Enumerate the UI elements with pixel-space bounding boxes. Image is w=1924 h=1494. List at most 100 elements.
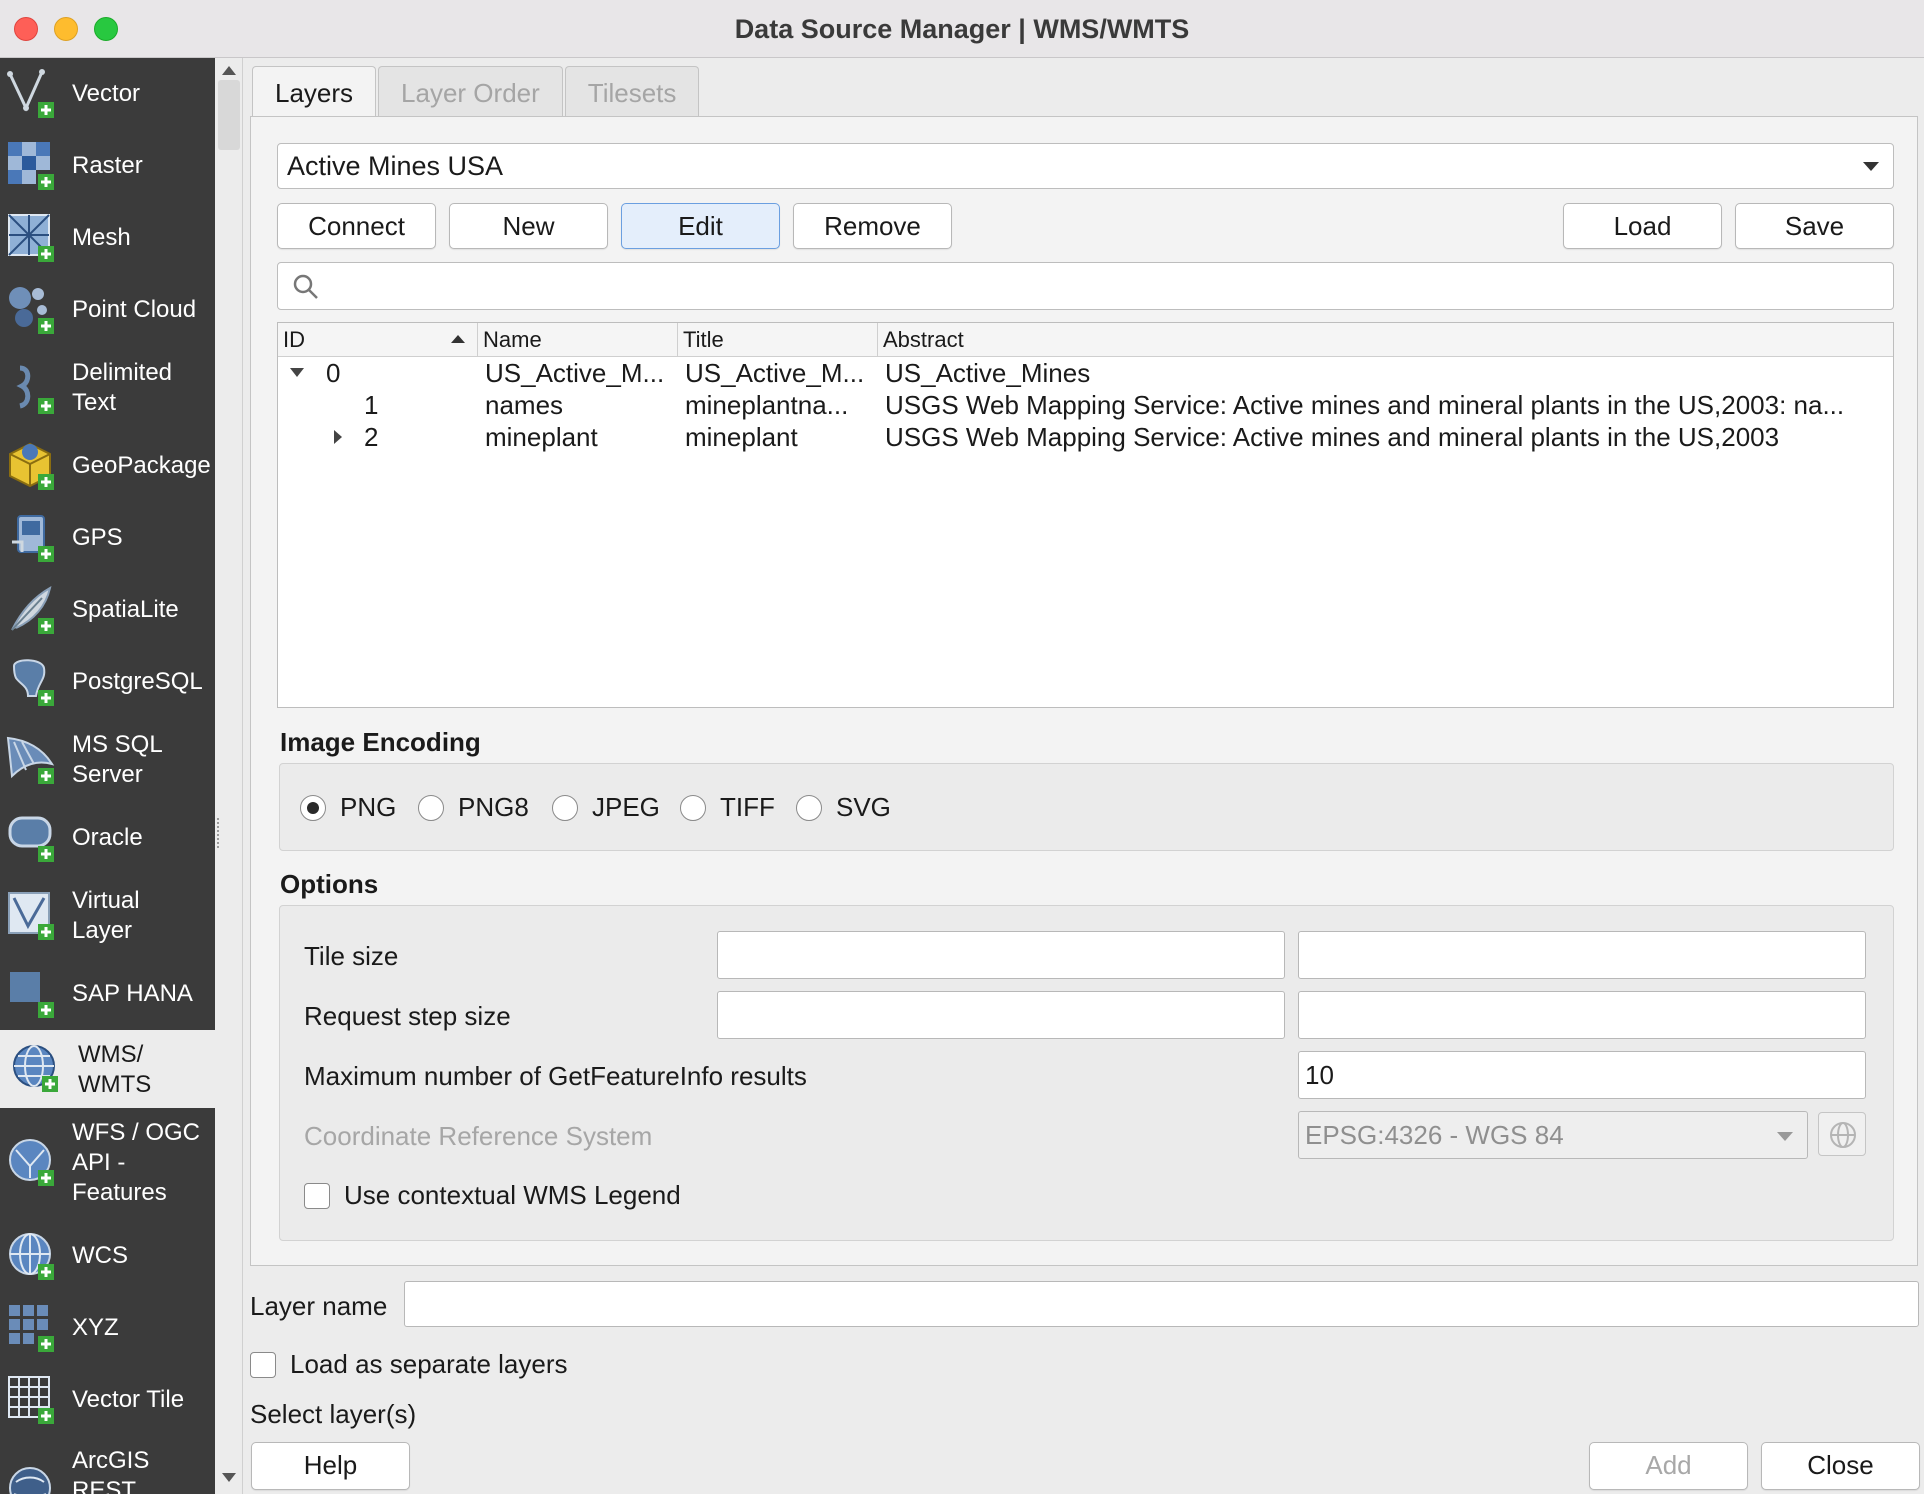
- chevron-down-icon: [1863, 162, 1879, 171]
- sidebar-item-spatialite[interactable]: SpatiaLite: [0, 574, 215, 646]
- sidebar-item-mssql[interactable]: MS SQL Server: [0, 718, 215, 802]
- max-results-field[interactable]: 10: [1298, 1051, 1866, 1099]
- scroll-up-icon[interactable]: [222, 66, 236, 75]
- splitter-handle[interactable]: [217, 818, 220, 848]
- column-header-id[interactable]: ID: [278, 323, 478, 357]
- status-text: Select layer(s): [250, 1399, 417, 1429]
- connect-button[interactable]: Connect: [277, 203, 436, 249]
- sidebar-item-delimited-text[interactable]: Delimited Text: [0, 346, 215, 430]
- globe-icon: [1830, 1122, 1856, 1148]
- contextual-legend-checkbox[interactable]: Use contextual WMS Legend: [304, 1180, 681, 1211]
- tab-layers[interactable]: Layers: [252, 66, 377, 120]
- edit-button[interactable]: Edit: [621, 203, 780, 249]
- sidebar-item-vector[interactable]: Vector: [0, 58, 215, 130]
- sidebar-item-vector-tile[interactable]: Vector Tile: [0, 1364, 215, 1436]
- connection-select-value: Active Mines USA: [287, 151, 504, 181]
- collapsed-arrow-icon[interactable]: [334, 430, 342, 444]
- table-row[interactable]: 0 US_Active_M... US_Active_M... US_Activ…: [278, 357, 1893, 389]
- crs-select[interactable]: EPSG:4326 - WGS 84: [1298, 1111, 1808, 1159]
- sidebar-item-wfs[interactable]: WFS / OGC API - Features: [0, 1108, 215, 1220]
- new-button[interactable]: New: [449, 203, 608, 249]
- row-abstract: USGS Web Mapping Service: Active mines a…: [885, 422, 1780, 452]
- gps-icon: [6, 512, 58, 564]
- vector-layer-icon: [6, 68, 58, 120]
- sidebar-item-label: Mesh: [72, 224, 131, 251]
- sidebar-item-point-cloud[interactable]: Point Cloud: [0, 274, 215, 346]
- save-button[interactable]: Save: [1735, 203, 1894, 249]
- radio-icon: [796, 794, 822, 821]
- encoding-radio-png[interactable]: PNG: [300, 792, 396, 823]
- sidebar-item-label: Raster: [72, 152, 143, 179]
- tab-tilesets[interactable]: Tilesets: [564, 66, 700, 118]
- connection-select[interactable]: Active Mines USA: [277, 143, 1894, 189]
- step-height-field[interactable]: [1298, 991, 1866, 1039]
- tile-width-field[interactable]: [717, 931, 1285, 979]
- row-name: names: [485, 390, 564, 420]
- help-button[interactable]: Help: [251, 1442, 410, 1490]
- sidebar-item-label: XYZ: [72, 1314, 119, 1341]
- sidebar-scrollbar[interactable]: [215, 58, 243, 1494]
- arcgis-rest-icon: [6, 1464, 58, 1494]
- sidebar-item-label: Point Cloud: [72, 296, 197, 323]
- crs-label: Coordinate Reference System: [304, 1121, 653, 1151]
- column-header-abstract[interactable]: Abstract: [878, 323, 1893, 357]
- add-button[interactable]: Add: [1589, 1442, 1748, 1490]
- search-input[interactable]: [277, 262, 1894, 310]
- sidebar-item-label: SAP HANA: [72, 980, 193, 1007]
- encoding-radio-jpeg[interactable]: JPEG: [552, 792, 660, 823]
- sidebar-item-postgresql[interactable]: PostgreSQL: [0, 646, 215, 718]
- column-header-name[interactable]: Name: [478, 323, 678, 357]
- separate-layers-checkbox[interactable]: Load as separate layers: [250, 1349, 568, 1380]
- sidebar-item-label: Delimited Text: [72, 359, 173, 416]
- sap-hana-icon: [6, 968, 58, 1020]
- table-row[interactable]: 2 mineplant mineplant USGS Web Mapping S…: [278, 421, 1893, 453]
- sidebar-item-sap-hana[interactable]: SAP HANA: [0, 958, 215, 1030]
- sidebar-item-mesh[interactable]: Mesh: [0, 202, 215, 274]
- radio-label: PNG8: [458, 792, 529, 822]
- step-width-field[interactable]: [717, 991, 1285, 1039]
- sidebar-item-label: SpatiaLite: [72, 596, 179, 623]
- image-encoding-title: Image Encoding: [280, 727, 481, 757]
- encoding-radio-png8[interactable]: PNG8: [418, 792, 529, 823]
- checkbox-icon: [304, 1182, 330, 1209]
- sidebar-item-wcs[interactable]: WCS: [0, 1220, 215, 1292]
- sidebar-item-arcgis-rest[interactable]: ArcGIS REST Server: [0, 1436, 215, 1494]
- options-title: Options: [280, 869, 379, 899]
- expand-arrow-icon[interactable]: [290, 368, 304, 377]
- encoding-radio-svg[interactable]: SVG: [796, 792, 891, 823]
- scrollbar-thumb[interactable]: [218, 80, 240, 150]
- close-button[interactable]: Close: [1761, 1442, 1920, 1490]
- wms-icon: [10, 1042, 62, 1094]
- radio-icon: [418, 794, 444, 821]
- radio-label: JPEG: [592, 792, 660, 822]
- tab-layer-order[interactable]: Layer Order: [378, 66, 563, 118]
- table-row[interactable]: 1 names mineplantna... USGS Web Mapping …: [278, 389, 1893, 421]
- table-header: ID Name Title Abstract: [278, 323, 1893, 357]
- layers-table[interactable]: ID Name Title Abstract 0 US_Active_M... …: [277, 322, 1894, 708]
- checkbox-label: Load as separate layers: [290, 1349, 568, 1379]
- encoding-radio-tiff[interactable]: TIFF: [680, 792, 775, 823]
- crs-selector-button[interactable]: [1818, 1112, 1866, 1156]
- scroll-down-icon[interactable]: [222, 1473, 236, 1482]
- sidebar-item-virtual-layer[interactable]: Virtual Layer: [0, 874, 215, 958]
- row-abstract: USGS Web Mapping Service: Active mines a…: [885, 390, 1845, 420]
- load-button[interactable]: Load: [1563, 203, 1722, 249]
- sidebar-item-xyz[interactable]: XYZ: [0, 1292, 215, 1364]
- layer-name-field[interactable]: [404, 1281, 1919, 1327]
- sidebar-item-oracle[interactable]: Oracle: [0, 802, 215, 874]
- sidebar-item-geopackage[interactable]: GeoPackage: [0, 430, 215, 502]
- sidebar-item-raster[interactable]: Raster: [0, 130, 215, 202]
- sidebar-item-gps[interactable]: GPS: [0, 502, 215, 574]
- sidebar-item-label: Vector: [72, 80, 141, 107]
- sidebar-item-label: PostgreSQL: [72, 668, 203, 695]
- column-header-title[interactable]: Title: [678, 323, 878, 357]
- row-title: mineplant: [685, 422, 798, 452]
- raster-layer-icon: [6, 140, 58, 192]
- row-name: mineplant: [485, 422, 598, 452]
- sidebar-item-wms[interactable]: WMS/ WMTS: [0, 1030, 215, 1108]
- row-title: mineplantna...: [685, 390, 849, 420]
- tile-height-field[interactable]: [1298, 931, 1866, 979]
- remove-button[interactable]: Remove: [793, 203, 952, 249]
- oracle-icon: [6, 812, 58, 864]
- virtual-layer-icon: [6, 890, 58, 942]
